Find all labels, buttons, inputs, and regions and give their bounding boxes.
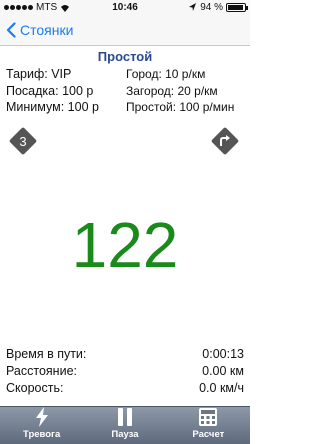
chevron-left-icon: [6, 22, 16, 38]
turn-right-diamond-button[interactable]: [210, 126, 240, 156]
lightning-icon: [35, 407, 48, 427]
stat-row: Расстояние: 0.00 км: [6, 363, 244, 380]
turn-right-diamond-icon: [211, 127, 239, 155]
diamond-badge-text: 3: [19, 134, 26, 149]
fare-counter: 122: [71, 209, 179, 281]
navigation-bar: Стоянки: [0, 16, 250, 46]
tariff-name: Тариф: VIP: [6, 67, 72, 81]
trip-stats: Время в пути: 0:00:13 Расстояние: 0.00 к…: [6, 346, 244, 397]
battery-icon: [226, 3, 248, 12]
tariff-row: Тариф: VIP Город: 10 р/км: [6, 66, 246, 83]
pause-icon: [117, 408, 132, 426]
status-right: 94 %: [189, 2, 248, 13]
tab-alarm[interactable]: Тревога: [0, 407, 83, 444]
travel-time-label: Время в пути:: [6, 347, 87, 361]
boarding-price: Посадка: 100 р: [6, 83, 94, 98]
speed-label: Скорость:: [6, 381, 64, 395]
tab-calculate[interactable]: Расчет: [167, 407, 250, 444]
suburban-rate: Загород: 20 р/км: [126, 83, 218, 98]
tab-pause[interactable]: Пауза: [83, 407, 166, 444]
back-button[interactable]: Стоянки: [6, 22, 73, 38]
stat-row: Скорость: 0.0 км/ч: [6, 380, 244, 397]
back-label: Стоянки: [20, 22, 74, 38]
minimum-price: Минимум: 100 р: [6, 100, 99, 114]
travel-time-value: 0:00:13: [202, 347, 244, 361]
tariff-row: Минимум: 100 р Простой: 100 р/мин: [6, 99, 246, 116]
stat-row: Время в пути: 0:00:13: [6, 346, 244, 363]
tab-calculate-label: Расчет: [192, 429, 225, 440]
tariff-info: Тариф: VIP Город: 10 р/км Посадка: 100 р…: [6, 66, 246, 116]
distance-label: Расстояние:: [6, 364, 77, 378]
tariff-row: Посадка: 100 р Загород: 20 р/км: [6, 83, 246, 100]
battery-text: 94 %: [200, 2, 223, 13]
speed-value: 0.0 км/ч: [199, 381, 244, 395]
tab-alarm-label: Тревога: [23, 429, 61, 440]
distance-value: 0.00 км: [202, 364, 244, 378]
number-3-diamond-icon: 3: [9, 127, 37, 155]
tab-bar: Тревога Пауза Расчет: [0, 406, 250, 444]
calculator-icon: [199, 408, 218, 426]
idle-rate: Простой: 100 р/мин: [126, 100, 235, 114]
status-bar: MTS 10:46 94 %: [0, 0, 250, 16]
city-rate: Город: 10 р/км: [126, 67, 206, 81]
location-arrow-icon: [189, 3, 197, 11]
number-3-diamond-button[interactable]: 3: [8, 126, 38, 156]
tab-pause-label: Пауза: [111, 429, 139, 440]
screen-title: Простой: [97, 49, 153, 64]
